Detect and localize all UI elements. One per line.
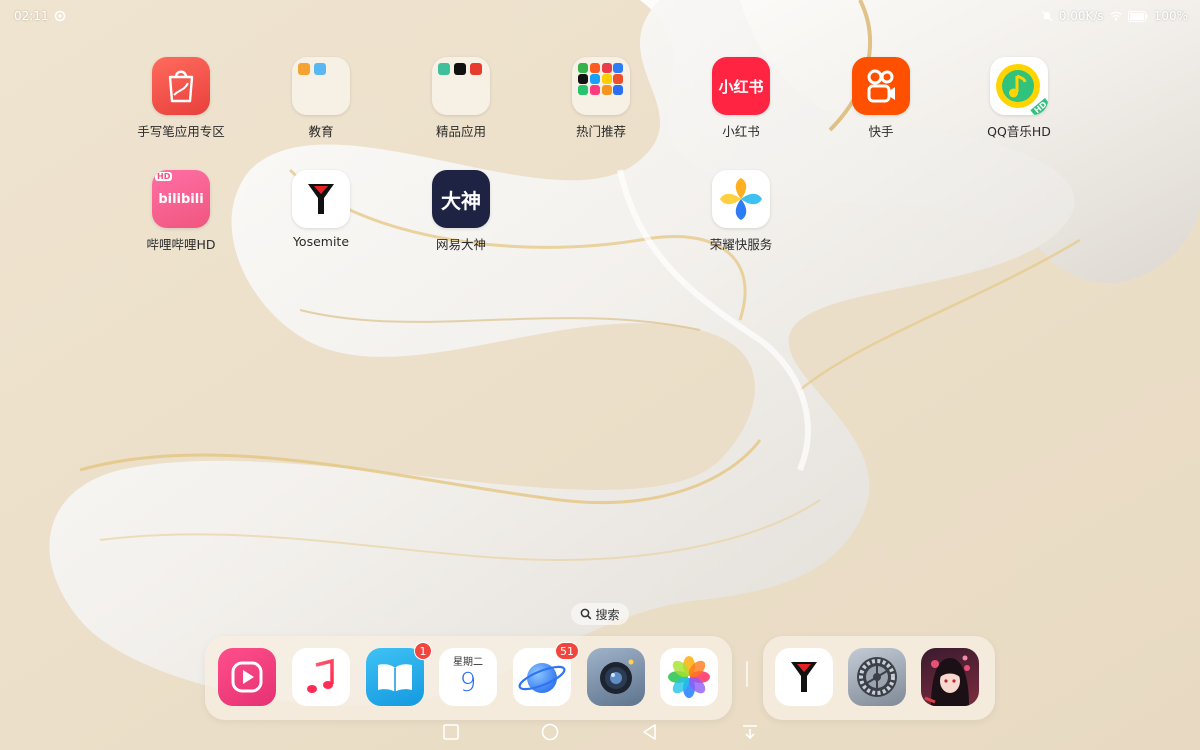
dock-app-video[interactable] [218, 648, 276, 706]
calendar-weekday: 星期二 [453, 657, 483, 668]
app-netease-dashen[interactable]: 大神 网易大神 [391, 170, 531, 253]
xiaohongshu-icon: 小红书 [712, 57, 770, 115]
app-kuaishou[interactable]: 快手 [811, 57, 951, 140]
app-label: 热门推荐 [575, 124, 626, 139]
app-label: 教育 [308, 124, 334, 139]
dock-divider [746, 661, 748, 687]
yosemite-icon [292, 170, 350, 228]
kuaishou-icon [852, 57, 910, 115]
anime-game-icon [921, 648, 979, 706]
app-label: Yosemite [292, 234, 350, 249]
app-label: 网易大神 [435, 237, 486, 252]
camera-icon [587, 648, 645, 706]
app-qq-music-hd[interactable]: HD QQ音乐HD [949, 57, 1089, 140]
back-button[interactable] [640, 722, 660, 742]
notification-badge: 51 [555, 642, 579, 660]
dock-app-books[interactable]: 1 [366, 642, 432, 706]
dock-app-camera[interactable] [587, 648, 645, 706]
app-honor-quick-service[interactable]: 荣耀快服务 [671, 170, 811, 253]
app-label: 哔哩哔哩HD [146, 237, 216, 252]
notification-shade-button[interactable] [740, 722, 760, 742]
folder-popular[interactable]: 热门推荐 [531, 57, 671, 140]
folder-featured-apps[interactable]: 精品应用 [391, 57, 531, 140]
notification-badge: 1 [414, 642, 432, 660]
app-yosemite[interactable]: Yosemite [251, 170, 391, 249]
folder-icon [572, 57, 630, 115]
app-label: 荣耀快服务 [709, 237, 773, 252]
netease-dashen-icon: 大神 [432, 170, 490, 228]
app-label: 小红书 [722, 124, 760, 139]
gallery-flower-icon [660, 648, 718, 706]
recent-tasks-button[interactable] [441, 722, 461, 742]
app-label: QQ音乐HD [987, 124, 1051, 139]
mute-bell-icon [1041, 10, 1053, 22]
app-label: 手写笔应用专区 [137, 124, 225, 139]
search-label: 搜索 [595, 607, 620, 622]
home-button[interactable] [540, 722, 560, 742]
app-stylus-zone[interactable]: 手写笔应用专区 [111, 57, 251, 140]
xiaohongshu-logo-text: 小红书 [718, 77, 764, 96]
clock: 02:11 [14, 9, 49, 23]
dock-app-settings[interactable] [848, 648, 906, 706]
honor-quick-service-icon [712, 170, 770, 228]
bilibili-icon: bilibili HD [152, 170, 210, 228]
app-label: 精品应用 [435, 124, 486, 139]
bilibili-logo-text: bilibili [158, 191, 204, 207]
notification-dot-icon [54, 10, 65, 22]
search-button[interactable]: 搜索 [571, 603, 629, 625]
folder-icon [292, 57, 350, 115]
stylus-zone-icon [152, 57, 210, 115]
app-bilibili-hd[interactable]: bilibili HD 哔哩哔哩HD [111, 170, 251, 253]
dock-app-browser[interactable]: 51 [513, 642, 579, 706]
dock-app-game[interactable] [921, 648, 979, 706]
gear-icon [848, 648, 906, 706]
hd-badge: HD [155, 172, 173, 181]
battery-icon [1127, 10, 1148, 22]
dock-app-yosemite[interactable] [775, 648, 833, 706]
folder-icon [432, 57, 490, 115]
dock: 1 星期二 9 51 [205, 636, 732, 720]
battery-level: 100% [1153, 9, 1188, 23]
recent-apps-dock [763, 636, 995, 720]
qq-music-icon: HD [990, 57, 1048, 115]
app-xiaohongshu[interactable]: 小红书 小红书 [671, 57, 811, 140]
search-icon [581, 608, 592, 620]
dock-app-music[interactable] [292, 648, 350, 706]
calendar-day: 9 [459, 668, 477, 698]
calendar-icon: 星期二 9 [439, 648, 497, 706]
network-speed: 0.00K/s [1058, 9, 1104, 23]
yosemite-icon [775, 648, 833, 706]
music-note-icon [292, 648, 350, 706]
app-label: 快手 [868, 124, 894, 139]
dock-app-gallery[interactable] [660, 648, 718, 706]
status-bar: 02:11 0.00K/s 100% [0, 0, 1200, 32]
folder-education[interactable]: 教育 [251, 57, 391, 140]
play-icon [218, 648, 276, 706]
wifi-icon [1110, 11, 1122, 21]
dashen-logo-text: 大神 [441, 188, 481, 213]
dock-app-calendar[interactable]: 星期二 9 [439, 648, 497, 706]
